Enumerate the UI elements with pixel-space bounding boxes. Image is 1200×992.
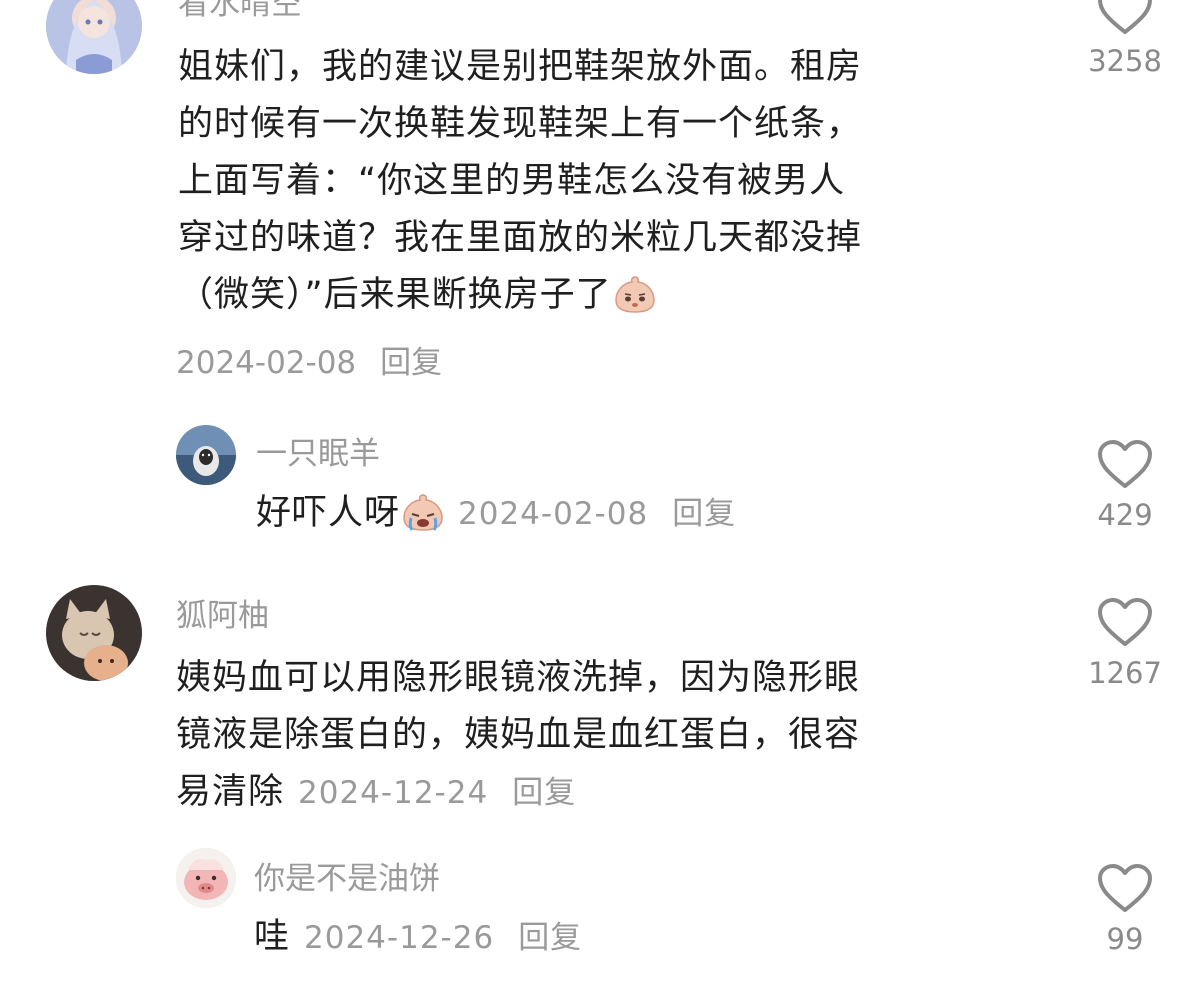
- heart-icon: [1098, 440, 1152, 488]
- like-button[interactable]: 3258: [1080, 0, 1170, 78]
- comment-date: 2024-02-08: [458, 496, 649, 532]
- sheep-avatar-icon: [176, 425, 236, 485]
- anime-girl-avatar-icon: [46, 0, 142, 74]
- comment-text: 姐妹们，我的建议是别把鞋架放外面。租房 的时候有一次换鞋发现鞋架上有一个纸条， …: [178, 39, 1038, 324]
- heart-icon: [1098, 598, 1152, 646]
- comment-line: 镜液是除蛋白的，姨妈血是血红蛋白，很容: [176, 715, 861, 755]
- comment-line-last: 易清除 2024-12-24 回复: [176, 764, 1036, 822]
- comment-line: 的时候有一次换鞋发现鞋架上有一个纸条，: [178, 104, 863, 144]
- user-avatar[interactable]: [176, 848, 236, 908]
- like-count: 3258: [1088, 44, 1162, 78]
- like-button[interactable]: 1267: [1080, 598, 1170, 690]
- comment-text: 姨妈血可以用隐形眼镜液洗掉，因为隐形眼 镜液是除蛋白的，姨妈血是血红蛋白，很容 …: [176, 650, 1036, 822]
- reply-button[interactable]: 回复: [512, 775, 576, 811]
- comment-line: 穿过的味道？我在里面放的米粒几天都没掉: [178, 218, 863, 258]
- heart-icon: [1098, 0, 1152, 34]
- crying-face-emoji-icon: [403, 494, 443, 531]
- comment-text: 好吓人呀 2024-02-08 回复: [256, 485, 1056, 543]
- comment-line: 哇: [254, 917, 291, 957]
- user-avatar[interactable]: [46, 585, 142, 681]
- comment-meta: 2024-12-26 回复: [304, 920, 582, 956]
- comment-line: 好吓人呀: [256, 493, 401, 533]
- user-avatar[interactable]: [46, 0, 142, 74]
- comment-meta: 2024-12-24 回复: [298, 775, 576, 811]
- like-button[interactable]: 99: [1080, 864, 1170, 956]
- comment-line: （微笑）”后来果断换房子了: [178, 275, 612, 315]
- user-avatar[interactable]: [176, 425, 236, 485]
- comment-date: 2024-12-26: [304, 920, 495, 956]
- comment-line: 姨妈血可以用隐形眼镜液洗掉，因为隐形眼: [176, 658, 861, 698]
- comment-line: 姐妹们，我的建议是别把鞋架放外面。租房: [178, 47, 863, 87]
- like-button[interactable]: 429: [1080, 440, 1170, 532]
- comment-line: 易清除: [176, 772, 285, 812]
- like-count: 99: [1106, 922, 1144, 956]
- comment-meta: 2024-02-08 回复: [458, 496, 736, 532]
- comment-meta: 2024-02-08 回复: [176, 337, 442, 382]
- comment-username[interactable]: 你是不是油饼: [254, 853, 440, 898]
- like-count: 1267: [1088, 656, 1162, 690]
- comment-line: 上面写着：“你这里的男鞋怎么没有被男人: [178, 161, 846, 201]
- comment-username[interactable]: 狐阿柚: [176, 590, 269, 635]
- reply-button[interactable]: 回复: [518, 920, 582, 956]
- comment-date: 2024-12-24: [298, 775, 489, 811]
- reply-button[interactable]: 回复: [380, 345, 442, 381]
- comment-line-last: （微笑）”后来果断换房子了: [178, 267, 1038, 324]
- pig-avatar-icon: [176, 848, 236, 908]
- reply-button[interactable]: 回复: [672, 496, 736, 532]
- comment-date: 2024-02-08: [176, 345, 357, 381]
- comment-text: 哇 2024-12-26 回复: [254, 909, 1054, 967]
- heart-icon: [1098, 864, 1152, 912]
- comment-username[interactable]: 一只眠羊: [256, 428, 380, 473]
- worried-face-emoji-icon: [614, 276, 655, 313]
- comment-username[interactable]: 看水晴空: [178, 0, 302, 23]
- cat-avatar-icon: [46, 585, 142, 681]
- like-count: 429: [1097, 498, 1153, 532]
